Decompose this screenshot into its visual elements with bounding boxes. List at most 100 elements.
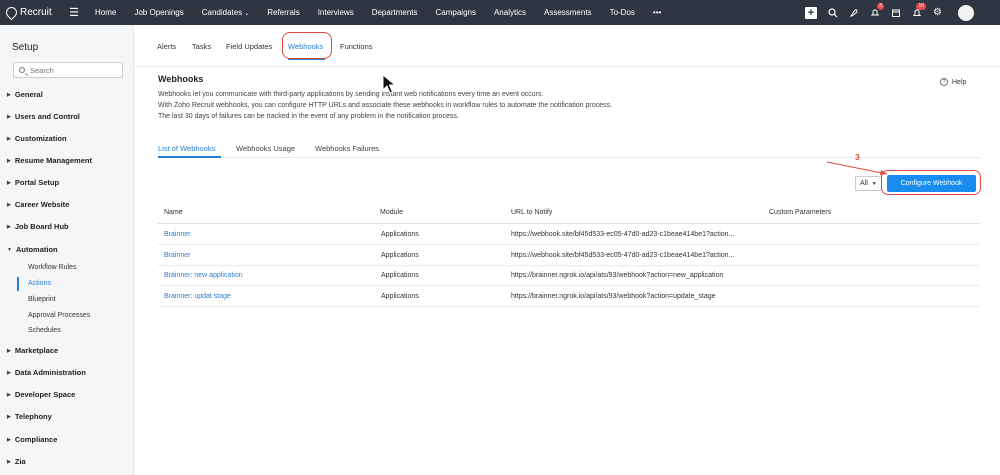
brand[interactable]: Recruit	[0, 4, 62, 21]
nav-item-referrals[interactable]: Referrals	[258, 8, 308, 17]
active-item-indicator	[17, 277, 19, 291]
sidebar-group-label: Users and Control	[14, 112, 80, 121]
webhook-name-link[interactable]: Brainner: updat stage	[164, 293, 231, 300]
sidebar-group-label: Portal Setup	[14, 178, 60, 187]
nav-item-home[interactable]: Home	[86, 8, 125, 17]
caret-right-icon: ▶	[7, 369, 11, 376]
caret-down-icon: ▼	[871, 180, 877, 187]
table-row[interactable]: Brainner: updat stage Applications https…	[158, 287, 980, 307]
sidebar-search-input[interactable]	[30, 65, 120, 75]
notifications-bell-icon[interactable]: 3	[864, 0, 885, 25]
annotation-step-number: 3	[855, 152, 860, 162]
sidebar-group-developer-space[interactable]: ▶ Developer Space	[7, 390, 75, 399]
sidebar-search[interactable]	[13, 62, 123, 78]
caret-right-icon: ▶	[7, 157, 11, 164]
webhook-url: https://webhook.site/bf45d533-ec05-47d0-…	[511, 252, 735, 259]
sidebar-group-data-administration[interactable]: ▶ Data Administration	[7, 368, 86, 377]
sidebar-group-label: Developer Space	[14, 390, 76, 399]
nav-item-job-openings[interactable]: Job Openings	[125, 8, 192, 17]
sidebar-group-general[interactable]: ▶ General	[7, 90, 43, 99]
column-header-custom-parameters[interactable]: Custom Parameters	[769, 209, 831, 216]
help-question-icon: ?	[940, 78, 948, 86]
search-icon[interactable]	[822, 0, 843, 25]
add-icon[interactable]: +	[805, 6, 817, 19]
help-link[interactable]: ? Help	[940, 78, 966, 86]
sidebar-item-approval-processes[interactable]: Approval Processes	[28, 312, 90, 319]
sidebar-group-label: Career Website	[14, 200, 70, 209]
table-header-divider	[158, 223, 980, 224]
help-label: Help	[952, 78, 967, 86]
caret-right-icon: ▶	[7, 458, 11, 465]
description-line: With Zoho Recruit webhooks, you can conf…	[158, 102, 612, 109]
subtab-webhooks-failures[interactable]: Webhooks Failures	[315, 144, 379, 153]
active-subtab-underline	[158, 156, 221, 158]
tab-field-updates[interactable]: Field Updates	[226, 42, 272, 51]
hamburger-menu-icon[interactable]: ☰	[62, 6, 86, 19]
sidebar-item-schedules[interactable]: Schedules	[28, 327, 61, 334]
filter-value: All	[860, 180, 868, 187]
gear-icon[interactable]: ⚙	[927, 0, 948, 25]
sidebar-group-career-website[interactable]: ▶ Career Website	[7, 200, 69, 209]
sidebar-group-label: Automation	[15, 245, 58, 254]
page-title: Webhooks	[158, 74, 204, 84]
calendar-icon[interactable]	[885, 0, 906, 25]
webhook-name-link[interactable]: Brainner	[164, 231, 190, 238]
brand-name: Recruit	[20, 7, 52, 18]
nav-item-candidates[interactable]: Candidates ⌄	[193, 8, 259, 17]
subtab-list-of-webhooks[interactable]: List of Webhooks	[158, 144, 215, 153]
sidebar-group-marketplace[interactable]: ▶ Marketplace	[7, 346, 58, 355]
column-header-url[interactable]: URL to Notify	[511, 209, 552, 216]
webhook-name-link[interactable]: Brainner	[164, 252, 190, 259]
sidebar-group-telephony[interactable]: ▶ Telephony	[7, 412, 52, 421]
tab-alerts[interactable]: Alerts	[157, 42, 176, 51]
sidebar-group-compliance[interactable]: ▶ Compliance	[7, 435, 57, 444]
sidebar-item-actions[interactable]: Actions	[28, 280, 51, 287]
webhook-url: https://brainner.ngrok.io/api/ats/93/web…	[511, 272, 724, 279]
sidebar-group-resume-management[interactable]: ▶ Resume Management	[7, 156, 92, 165]
caret-right-icon: ▶	[7, 179, 11, 186]
column-header-module[interactable]: Module	[380, 209, 403, 216]
sidebar-group-label: Data Administration	[14, 368, 86, 377]
sidebar-group-job-board-hub[interactable]: ▶ Job Board Hub	[7, 222, 69, 231]
sidebar-group-label: Telephony	[14, 412, 52, 421]
tab-tasks[interactable]: Tasks	[192, 42, 211, 51]
nav-item-to-dos[interactable]: To-Dos	[601, 8, 644, 17]
caret-right-icon: ▶	[7, 135, 11, 142]
configure-webhook-button[interactable]: Configure Webhook	[887, 175, 976, 192]
recruit-logo-icon	[3, 4, 20, 21]
webhook-name-link[interactable]: Brainner: new application	[164, 272, 243, 279]
tab-functions[interactable]: Functions	[340, 42, 373, 51]
sidebar-item-blueprint[interactable]: Blueprint	[28, 296, 56, 303]
sidebar-item-workflow-rules[interactable]: Workflow Rules	[28, 264, 77, 271]
sidebar-group-label: General	[14, 90, 43, 99]
table-row[interactable]: Brainner: new application Applications h…	[158, 266, 980, 286]
avatar[interactable]	[958, 4, 974, 21]
sidebar-group-zia[interactable]: ▶ Zia	[7, 457, 26, 466]
nav-item-analytics[interactable]: Analytics	[485, 8, 535, 17]
column-header-name[interactable]: Name	[164, 209, 183, 216]
nav-item-interviews[interactable]: Interviews	[309, 8, 363, 17]
description-line: Webhooks let you communicate with third-…	[158, 91, 544, 98]
caret-right-icon: ▶	[7, 347, 11, 354]
nav-item-campaigns[interactable]: Campaigns	[427, 8, 485, 17]
webhook-module: Applications	[381, 252, 419, 259]
module-filter-select[interactable]: All ▼	[855, 176, 882, 191]
sidebar-group-portal-setup[interactable]: ▶ Portal Setup	[7, 178, 59, 187]
sidebar-group-label: Zia	[14, 457, 26, 466]
sidebar-group-customization[interactable]: ▶ Customization	[7, 134, 67, 143]
caret-right-icon: ▶	[7, 91, 11, 98]
rocket-icon[interactable]	[843, 0, 864, 25]
nav-item-assessments[interactable]: Assessments	[535, 8, 601, 17]
table-row[interactable]: Brainner Applications https://webhook.si…	[158, 225, 980, 245]
chevron-down-icon: ⌄	[244, 11, 250, 17]
actions-tab-bar: Alerts Tasks Field Updates Webhooks Func…	[134, 25, 1000, 67]
sidebar-group-users-and-control[interactable]: ▶ Users and Control	[7, 112, 80, 121]
sidebar-group-automation[interactable]: ▼ Automation	[7, 245, 58, 254]
alerts-bell-icon[interactable]: 10	[906, 0, 927, 25]
table-row[interactable]: Brainner Applications https://webhook.si…	[158, 246, 980, 266]
top-right-actions: + 3 10 ⚙	[801, 0, 1000, 25]
top-navigation-bar: Recruit ☰ Home Job Openings Candidates ⌄ …	[0, 0, 1000, 25]
more-menu-icon[interactable]: •••	[644, 8, 670, 17]
nav-item-departments[interactable]: Departments	[363, 8, 427, 17]
subtab-webhooks-usage[interactable]: Webhooks Usage	[236, 144, 295, 153]
